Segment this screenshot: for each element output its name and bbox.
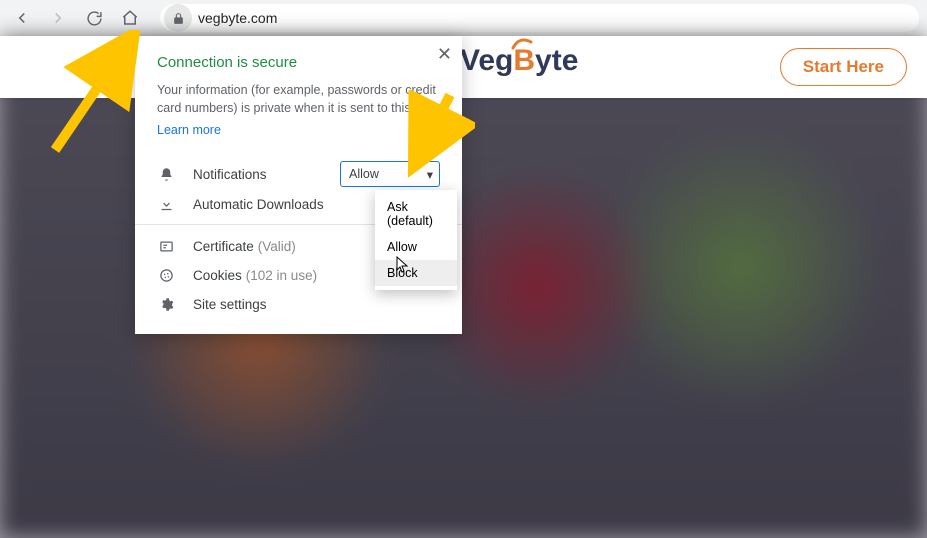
option-ask-default[interactable]: Ask (default): [375, 194, 457, 234]
certificate-label: Certificate: [193, 239, 254, 254]
option-allow[interactable]: Allow: [375, 234, 457, 260]
home-button[interactable]: [116, 4, 144, 32]
logo-accent-b: B: [513, 44, 535, 78]
download-icon: [157, 197, 175, 212]
gear-icon: [157, 297, 175, 312]
forward-button[interactable]: [44, 4, 72, 32]
connection-status-title: Connection is secure: [157, 54, 440, 71]
logo-text-veg: Veg: [460, 44, 513, 77]
cursor-icon: [396, 256, 410, 279]
cookie-icon: [157, 268, 175, 283]
site-settings-row[interactable]: Site settings: [157, 297, 440, 312]
connection-description: Your information (for example, passwords…: [157, 81, 440, 117]
certificate-status: (Valid): [258, 239, 296, 254]
notifications-dropdown: Ask (default) Allow Block: [375, 190, 457, 290]
back-button[interactable]: [8, 4, 36, 32]
site-logo[interactable]: VegByte: [460, 44, 578, 78]
logo-text-yte: yte: [535, 44, 578, 77]
reload-button[interactable]: [80, 4, 108, 32]
certificate-icon: [157, 239, 175, 254]
notifications-label: Notifications: [193, 167, 340, 182]
site-settings-label: Site settings: [193, 297, 267, 312]
address-bar[interactable]: vegbyte.com: [160, 4, 919, 32]
annotation-arrow-select: [405, 90, 475, 180]
url-text: vegbyte.com: [198, 10, 277, 26]
option-block[interactable]: Block: [375, 260, 457, 286]
cookies-count: (102 in use): [246, 268, 317, 283]
learn-more-link[interactable]: Learn more: [157, 123, 221, 137]
permission-row-notifications: Notifications Allow ▾: [157, 161, 440, 187]
annotation-arrow-lock: [40, 30, 150, 160]
start-here-button[interactable]: Start Here: [780, 48, 907, 86]
lock-icon[interactable]: [164, 4, 192, 32]
bell-icon: [157, 167, 175, 182]
close-icon[interactable]: ✕: [437, 44, 452, 65]
cookies-label: Cookies: [193, 268, 242, 283]
notifications-select-value: Allow: [349, 167, 379, 181]
